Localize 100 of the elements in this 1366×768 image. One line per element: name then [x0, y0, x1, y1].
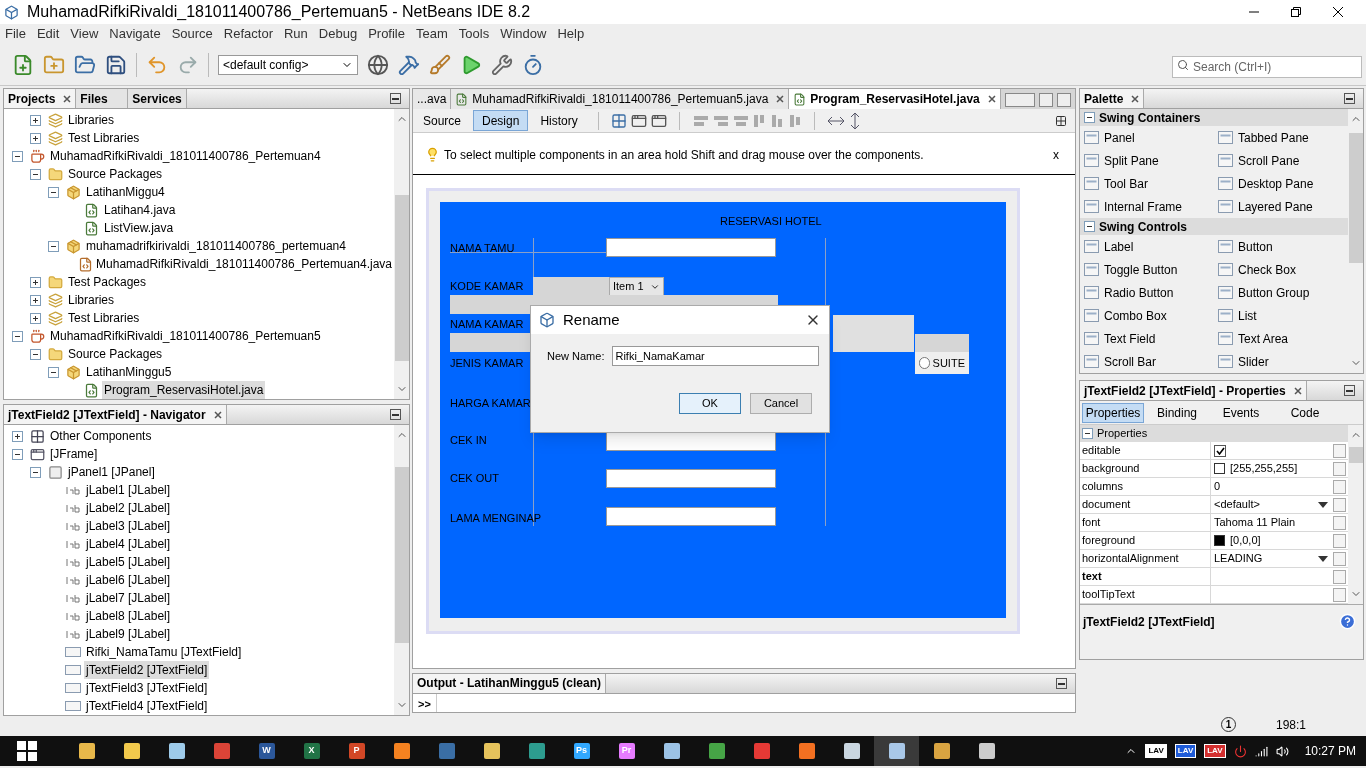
form-label[interactable]: NAMA TAMU	[450, 240, 515, 257]
tree-item[interactable]: Source Packages	[66, 345, 165, 363]
properties-tab[interactable]: jTextField2 [JTextField] - Properties	[1080, 381, 1307, 400]
text-field[interactable]	[606, 238, 776, 257]
property-value[interactable]: [0,0,0]	[1230, 532, 1261, 549]
tree-item[interactable]: Test Packages	[66, 273, 149, 291]
view-tab[interactable]: Design	[473, 110, 529, 131]
palette-item[interactable]: Button	[1214, 235, 1348, 258]
palette-item[interactable]: Tool Bar	[1080, 172, 1214, 195]
palette-item[interactable]: Label	[1080, 235, 1214, 258]
windows-logo-icon[interactable]	[17, 741, 37, 761]
horizontal-resize-icon[interactable]	[826, 114, 845, 127]
collapse-icon[interactable]	[12, 330, 23, 342]
expand-icon[interactable]	[30, 114, 41, 126]
collapse-icon[interactable]	[48, 240, 59, 252]
tree-item[interactable]: jLabel8 [JLabel]	[84, 607, 173, 625]
close-icon[interactable]	[1293, 386, 1302, 395]
rerun-button[interactable]: >>	[413, 693, 437, 712]
tree-item[interactable]: jLabel6 [JLabel]	[84, 571, 173, 589]
minimize-icon[interactable]	[390, 93, 401, 104]
menu-item[interactable]: Help	[557, 24, 585, 44]
text-field[interactable]	[606, 507, 776, 526]
scroll-thumb[interactable]	[1348, 447, 1363, 463]
panel-tab[interactable]: Files	[76, 89, 129, 108]
tree-item[interactable]: jLabel5 [JLabel]	[84, 553, 173, 571]
properties-section[interactable]: Properties	[1097, 425, 1148, 442]
expand-icon[interactable]	[12, 430, 23, 442]
collapse-icon[interactable]	[1084, 221, 1095, 232]
expand-icon[interactable]	[30, 276, 41, 288]
tree-item[interactable]: ListView.java	[102, 219, 176, 237]
palette-item[interactable]: Layered Pane	[1214, 195, 1348, 218]
close-icon[interactable]	[1332, 6, 1344, 18]
tree-item[interactable]: jLabel1 [JLabel]	[84, 481, 173, 499]
signal-icon[interactable]	[1254, 744, 1268, 758]
scrollbar[interactable]	[394, 425, 409, 715]
form-label[interactable]: HARGA KAMAR	[450, 395, 531, 412]
tray-app-icon[interactable]: LAV	[1174, 744, 1197, 758]
palette-item[interactable]: Desktop Pane	[1214, 172, 1348, 195]
collapse-icon[interactable]	[1084, 112, 1095, 123]
maximize-icon[interactable]	[1290, 6, 1302, 18]
form-label[interactable]: CEK OUT	[450, 470, 499, 487]
palette-item[interactable]: Panel	[1080, 126, 1214, 149]
tree-item[interactable]: jTextField2 [JTextField]	[84, 661, 210, 679]
tree-item[interactable]: jTextField3 [JTextField]	[84, 679, 210, 697]
collapse-icon[interactable]	[12, 448, 23, 460]
tree-item[interactable]: LatihanMiggu4	[84, 183, 167, 201]
taskbar-app[interactable]: P	[334, 736, 379, 766]
volume-icon[interactable]	[1275, 744, 1289, 758]
selection-mode-icon[interactable]	[610, 112, 627, 129]
output-tab[interactable]: Output - LatihanMinggu5 (clean)	[413, 673, 606, 693]
menu-item[interactable]: Profile	[368, 24, 405, 44]
tree-item[interactable]: Test Libraries	[66, 129, 142, 147]
collapse-icon[interactable]	[1082, 428, 1093, 439]
form-title[interactable]: RESERVASI HOTEL	[720, 213, 822, 230]
properties-view-tab[interactable]: Binding	[1146, 402, 1208, 423]
tree-item[interactable]: Test Libraries	[66, 309, 142, 327]
taskbar-app[interactable]: W	[244, 736, 289, 766]
palette-item[interactable]: Button Group	[1214, 281, 1348, 304]
properties-view-tab[interactable]: Code	[1274, 402, 1336, 423]
tree-item[interactable]: MuhamadRifkiRivaldi_181011400786_Pertemuan5	[48, 327, 323, 345]
property-value[interactable]: LEADING	[1214, 550, 1263, 567]
view-tab[interactable]: History	[532, 110, 586, 131]
tray-app-icon[interactable]: LAV	[1145, 744, 1167, 758]
checkbox[interactable]	[1214, 444, 1226, 457]
property-value[interactable]: Tahoma 11 Plain	[1214, 514, 1296, 531]
tree-item[interactable]: jLabel7 [JLabel]	[84, 589, 173, 607]
menu-item[interactable]: Refactor	[223, 24, 273, 44]
menu-item[interactable]: Window	[500, 24, 547, 44]
profile-icon[interactable]	[522, 53, 544, 76]
close-icon[interactable]	[213, 410, 222, 419]
palette-item[interactable]: Text Field	[1080, 327, 1214, 350]
caret-icon[interactable]	[1318, 555, 1328, 562]
collapse-icon[interactable]	[48, 366, 59, 378]
menu-item[interactable]: Source	[171, 24, 213, 44]
tree-item[interactable]: jTextField4 [JTextField]	[84, 697, 210, 715]
minimize-icon[interactable]	[1344, 93, 1355, 104]
tray-app-icon[interactable]: LAV	[1204, 744, 1226, 758]
caret-icon[interactable]	[1318, 501, 1328, 508]
editor-tab[interactable]: ...ava	[413, 89, 452, 109]
collapse-icon[interactable]	[30, 466, 41, 478]
close-icon[interactable]	[776, 95, 785, 103]
save-icon[interactable]	[105, 53, 127, 76]
panel-tab[interactable]: Services	[128, 89, 187, 108]
palette-toggle-icon[interactable]	[1055, 114, 1067, 127]
close-icon[interactable]	[1131, 94, 1140, 103]
power-icon[interactable]	[1233, 744, 1247, 758]
property-value[interactable]: [255,255,255]	[1230, 460, 1298, 477]
navigator-tab[interactable]: jTextField2 [JTextField] - Navigator	[4, 405, 227, 424]
form-label[interactable]: NAMA KAMAR	[450, 316, 524, 333]
editor-tab[interactable]: MuhamadRifkiRivaldi_181011400786_Pertemuan5.java	[451, 89, 790, 109]
collapse-icon[interactable]	[48, 186, 59, 198]
brush-icon[interactable]	[429, 53, 451, 76]
menu-item[interactable]: Team	[416, 24, 448, 44]
form-label[interactable]: LAMA MENGINAP	[450, 510, 542, 527]
properties-view-tab[interactable]: Events	[1210, 402, 1272, 423]
tree-item[interactable]: Source Packages	[66, 165, 165, 183]
hammer-icon[interactable]	[398, 53, 420, 76]
close-icon[interactable]	[987, 95, 996, 103]
scroll-thumb[interactable]	[394, 195, 409, 361]
config-dropdown[interactable]: <default config>	[218, 54, 358, 75]
